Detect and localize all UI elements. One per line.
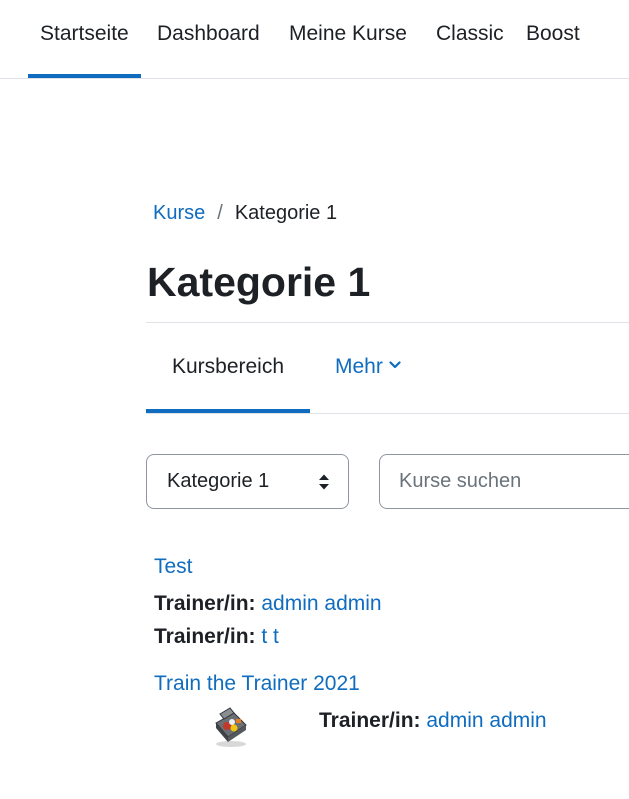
nav-item-classic[interactable]: Classic xyxy=(436,0,504,79)
primary-navigation: Startseite Dashboard Meine Kurse Classic… xyxy=(0,0,629,79)
course-teacher: Trainer/in: admin admin xyxy=(319,709,547,733)
course-search-input[interactable] xyxy=(379,454,629,509)
tab-mehr-label: Mehr xyxy=(335,355,383,378)
page-title: Kategorie 1 xyxy=(147,259,371,305)
tab-kursbereich-label: Kursbereich xyxy=(171,355,285,378)
teacher-link[interactable]: admin admin xyxy=(261,592,381,615)
course-image-icon xyxy=(215,707,247,747)
category-select[interactable]: Kategorie 1 xyxy=(146,454,349,509)
nav-item-meine-kurse[interactable]: Meine Kurse xyxy=(289,0,407,79)
breadcrumb-link-kurse[interactable]: Kurse xyxy=(153,202,205,224)
teacher-link[interactable]: admin admin xyxy=(426,709,546,732)
tab-kursbereich[interactable]: Kursbereich xyxy=(146,323,310,413)
course-link-test[interactable]: Test xyxy=(154,555,193,579)
chevron-down-icon xyxy=(389,361,401,369)
course-link-train-the-trainer[interactable]: Train the Trainer 2021 xyxy=(154,672,360,696)
nav-item-boost[interactable]: Boost xyxy=(526,0,580,79)
course-teacher: Trainer/in: admin admin xyxy=(154,592,382,616)
teacher-role: Trainer/in: xyxy=(154,625,256,648)
teacher-role: Trainer/in: xyxy=(154,592,256,615)
breadcrumb: Kurse / Kategorie 1 xyxy=(153,202,337,225)
nav-item-dashboard[interactable]: Dashboard xyxy=(157,0,260,79)
breadcrumb-separator: / xyxy=(217,202,223,224)
nav-item-startseite[interactable]: Startseite xyxy=(28,0,141,79)
select-arrows-icon xyxy=(319,474,329,490)
category-select-value: Kategorie 1 xyxy=(167,470,270,492)
tab-mehr[interactable]: Mehr xyxy=(335,323,401,413)
teacher-link[interactable]: t t xyxy=(261,625,279,648)
secondary-navigation: Kursbereich Mehr xyxy=(146,323,629,414)
course-teacher: Trainer/in: t t xyxy=(154,625,279,649)
teacher-role: Trainer/in: xyxy=(319,709,421,732)
breadcrumb-current: Kategorie 1 xyxy=(234,202,338,224)
